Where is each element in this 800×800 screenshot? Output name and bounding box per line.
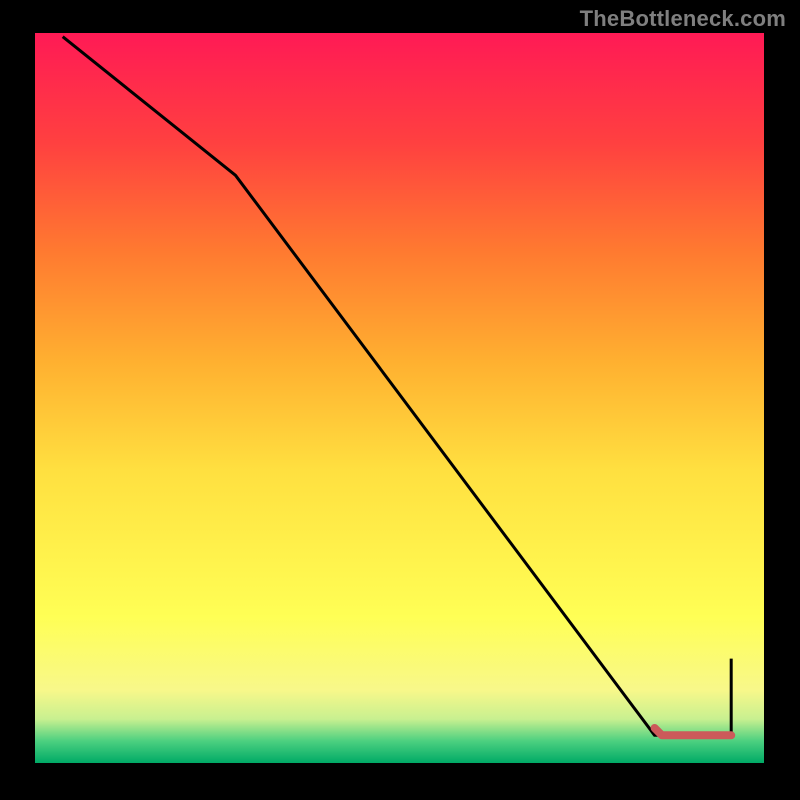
chart-container: TheBottleneck.com <box>0 0 800 800</box>
plot-background <box>35 33 764 763</box>
bottleneck-chart <box>0 0 800 800</box>
